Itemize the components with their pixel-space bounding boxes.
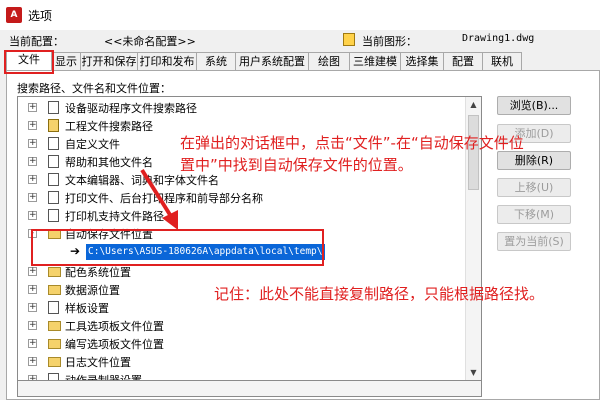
note-annotation: 记住：此处不能直接复制路径，只能根据路径找。 [214,285,545,303]
instruction-annotation: 在弹出的对话框中，点击“文件”-在“自动保存文件位 置中”中找到自动保存文件的位… [180,132,596,176]
instruction-line-2: 置中”中找到自动保存文件的位置。 [180,156,413,174]
red-arrow-icon [140,168,178,230]
instruction-line-1: 在弹出的对话框中，点击“文件”-在“自动保存文件位 [180,134,524,152]
